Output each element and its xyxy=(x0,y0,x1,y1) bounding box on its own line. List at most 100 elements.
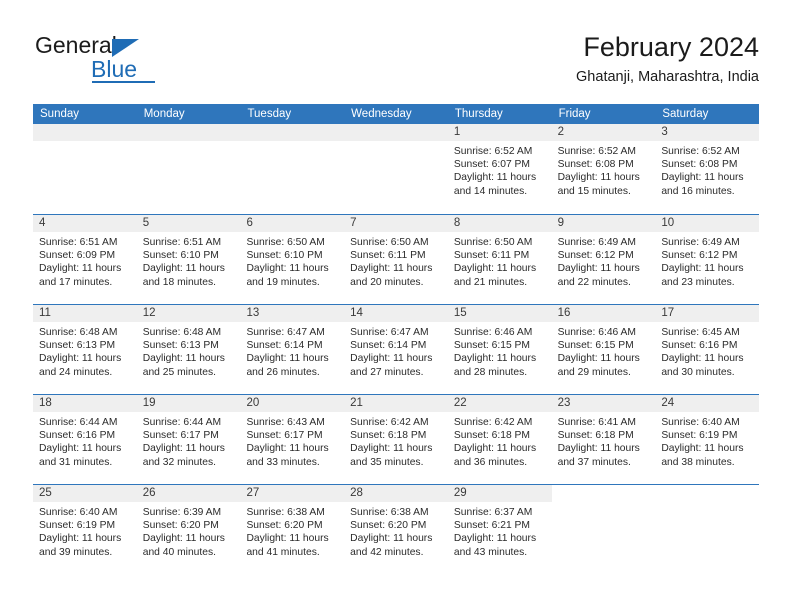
daylight-text-line2: and 14 minutes. xyxy=(453,185,528,197)
sunrise-text: Sunrise: 6:52 AM xyxy=(661,146,740,157)
day-number: 15 xyxy=(447,305,552,322)
logo-text-general: General xyxy=(35,32,117,58)
daylight-text-line2: and 38 minutes. xyxy=(661,456,735,468)
sunset-text: Sunset: 6:08 PM xyxy=(557,159,634,171)
day-number: 14 xyxy=(344,305,448,322)
day-details: Sunrise: 6:37 AM Sunset: 6:21 PM Daylight:… xyxy=(448,502,552,559)
daylight-text-line2: and 32 minutes. xyxy=(142,456,216,468)
sunset-text: Sunset: 6:17 PM xyxy=(246,430,323,442)
daylight-text-line2: and 27 minutes. xyxy=(350,366,424,378)
calendar-day-cell[interactable]: 6 Sunrise: 6:50 AM Sunset: 6:10 PM Daylight… xyxy=(240,215,345,304)
calendar-day-cell[interactable]: 14 Sunrise: 6:47 AM Sunset: 6:14 PM Dayligh… xyxy=(344,305,448,394)
daylight-text-line1: Daylight: 11 hours xyxy=(39,353,122,365)
calendar-day-cell[interactable]: 1 Sunrise: 6:52 AM Sunset: 6:07 PM Daylight… xyxy=(447,124,552,214)
weekday-header-row: Sunday Monday Tuesday Wednesday Thursday Frid… xyxy=(33,104,759,124)
daylight-text-line1: Daylight: 11 hours xyxy=(557,353,640,365)
calendar-day-cell[interactable]: 2 Sunrise: 6:52 AM Sunset: 6:08 PM Daylight… xyxy=(551,124,656,214)
calendar-day-cell[interactable]: 21 Sunrise: 6:42 AM Sunset: 6:18 PM Dayligh… xyxy=(344,395,448,484)
calendar-empty-cell xyxy=(344,124,448,214)
sunrise-text: Sunrise: 6:38 AM xyxy=(350,507,429,518)
calendar-day-cell[interactable]: 27 Sunrise: 6:38 AM Sunset: 6:20 PM Dayligh… xyxy=(240,485,345,574)
daylight-text-line1: Daylight: 11 hours xyxy=(142,443,225,455)
calendar-week-row: 1 Sunrise: 6:52 AM Sunset: 6:07 PM Daylight… xyxy=(33,124,760,214)
calendar-day-cell[interactable]: 17 Sunrise: 6:45 AM Sunset: 6:16 PM Dayligh… xyxy=(655,305,760,394)
day-number: 6 xyxy=(240,215,345,232)
calendar-day-cell[interactable]: 25 Sunrise: 6:40 AM Sunset: 6:19 PM Dayligh… xyxy=(33,485,137,574)
calendar-empty-cell xyxy=(655,485,759,574)
calendar-day-cell[interactable]: 29 Sunrise: 6:37 AM Sunset: 6:21 PM Dayligh… xyxy=(447,485,552,574)
daylight-text-line1: Daylight: 11 hours xyxy=(39,263,122,275)
sunset-text: Sunset: 6:13 PM xyxy=(39,340,116,352)
daylight-text-line1: Daylight: 11 hours xyxy=(661,172,744,184)
sunset-text: Sunset: 6:14 PM xyxy=(246,340,323,352)
calendar-day-cell[interactable]: 23 Sunrise: 6:41 AM Sunset: 6:18 PM Dayligh… xyxy=(551,395,656,484)
calendar-day-cell[interactable]: 20 Sunrise: 6:43 AM Sunset: 6:17 PM Dayligh… xyxy=(240,395,345,484)
sunrise-text: Sunrise: 6:45 AM xyxy=(661,327,740,338)
sunrise-text: Sunrise: 6:44 AM xyxy=(39,417,118,428)
day-details: Sunrise: 6:50 AM Sunset: 6:10 PM Daylight:… xyxy=(240,232,344,289)
daylight-text-line2: and 28 minutes. xyxy=(453,366,528,378)
sunset-text: Sunset: 6:15 PM xyxy=(453,340,531,352)
calendar-day-cell[interactable]: 16 Sunrise: 6:46 AM Sunset: 6:15 PM Dayligh… xyxy=(551,305,656,394)
day-number: 26 xyxy=(136,485,241,502)
day-details: Sunrise: 6:44 AM Sunset: 6:17 PM Daylight:… xyxy=(137,412,241,469)
calendar-day-cell[interactable]: 19 Sunrise: 6:44 AM Sunset: 6:17 PM Dayligh… xyxy=(136,395,241,484)
calendar-day-cell[interactable]: 4 Sunrise: 6:51 AM Sunset: 6:09 PM Daylight… xyxy=(33,215,137,304)
sunrise-text: Sunrise: 6:47 AM xyxy=(350,327,429,338)
calendar-week-row: 25 Sunrise: 6:40 AM Sunset: 6:19 PM Dayligh… xyxy=(33,484,759,574)
calendar-day-cell[interactable]: 18 Sunrise: 6:44 AM Sunset: 6:16 PM Dayligh… xyxy=(33,395,137,484)
sunrise-text: Sunrise: 6:42 AM xyxy=(453,417,533,428)
calendar-day-cell[interactable]: 12 Sunrise: 6:48 AM Sunset: 6:13 PM Dayligh… xyxy=(136,305,241,394)
calendar-day-cell[interactable]: 28 Sunrise: 6:38 AM Sunset: 6:20 PM Dayligh… xyxy=(344,485,448,574)
daylight-text-line1: Daylight: 11 hours xyxy=(142,263,225,275)
daylight-text-line1: Daylight: 11 hours xyxy=(661,353,744,365)
day-number: 2 xyxy=(551,124,656,141)
calendar-weeks: 1 Sunrise: 6:52 AM Sunset: 6:07 PM Daylight… xyxy=(33,124,760,574)
calendar-day-cell[interactable]: 15 Sunrise: 6:46 AM Sunset: 6:15 PM Dayligh… xyxy=(447,305,552,394)
sunrise-text: Sunrise: 6:52 AM xyxy=(557,146,637,157)
calendar-day-cell[interactable]: 9 Sunrise: 6:49 AM Sunset: 6:12 PM Daylight… xyxy=(551,215,656,304)
calendar-day-cell[interactable]: 13 Sunrise: 6:47 AM Sunset: 6:14 PM Dayligh… xyxy=(240,305,345,394)
daylight-text-line1: Daylight: 11 hours xyxy=(39,443,122,455)
calendar-day-cell[interactable]: 11 Sunrise: 6:48 AM Sunset: 6:13 PM Dayligh… xyxy=(33,305,137,394)
daylight-text-line2: and 29 minutes. xyxy=(557,366,631,378)
day-details: Sunrise: 6:40 AM Sunset: 6:19 PM Daylight:… xyxy=(33,502,137,559)
day-details: Sunrise: 6:41 AM Sunset: 6:18 PM Daylight:… xyxy=(552,412,656,469)
calendar-day-cell[interactable]: 3 Sunrise: 6:52 AM Sunset: 6:08 PM Daylight… xyxy=(655,124,760,214)
sunrise-text: Sunrise: 6:38 AM xyxy=(246,507,325,518)
sunset-text: Sunset: 6:18 PM xyxy=(557,430,634,442)
calendar-day-cell[interactable]: 8 Sunrise: 6:50 AM Sunset: 6:11 PM Daylight… xyxy=(447,215,552,304)
day-number: 4 xyxy=(33,215,137,232)
sunset-text: Sunset: 6:07 PM xyxy=(453,159,531,171)
sunset-text: Sunset: 6:19 PM xyxy=(39,520,116,532)
day-details: Sunrise: 6:42 AM Sunset: 6:18 PM Daylight:… xyxy=(448,412,552,469)
sunset-text: Sunset: 6:14 PM xyxy=(350,340,427,352)
daylight-text-line2: and 33 minutes. xyxy=(246,456,320,468)
sunrise-text: Sunrise: 6:50 AM xyxy=(350,237,429,248)
daylight-text-line1: Daylight: 11 hours xyxy=(39,533,122,545)
daylight-text-line1: Daylight: 11 hours xyxy=(350,533,433,545)
logo-text-blue: Blue xyxy=(91,56,138,82)
daylight-text-line2: and 24 minutes. xyxy=(39,366,113,378)
weekday-header-monday: Monday xyxy=(143,108,185,120)
day-details: Sunrise: 6:44 AM Sunset: 6:16 PM Daylight:… xyxy=(33,412,137,469)
weekday-header-saturday: Saturday xyxy=(662,108,709,120)
calendar-day-cell[interactable]: 22 Sunrise: 6:42 AM Sunset: 6:18 PM Dayligh… xyxy=(447,395,552,484)
calendar-empty-cell xyxy=(33,124,137,214)
calendar-day-cell[interactable]: 5 Sunrise: 6:51 AM Sunset: 6:10 PM Daylight… xyxy=(136,215,241,304)
daylight-text-line2: and 35 minutes. xyxy=(350,456,424,468)
calendar-day-cell[interactable]: 10 Sunrise: 6:49 AM Sunset: 6:12 PM Dayligh… xyxy=(655,215,760,304)
day-number: 5 xyxy=(136,215,241,232)
page-header: General Blue February 2024 Ghatanji, Mah… xyxy=(33,30,759,92)
calendar-day-cell[interactable]: 24 Sunrise: 6:40 AM Sunset: 6:19 PM Dayligh… xyxy=(655,395,760,484)
sunrise-text: Sunrise: 6:51 AM xyxy=(39,237,118,248)
sunrise-text: Sunrise: 6:46 AM xyxy=(453,327,533,338)
sunset-text: Sunset: 6:18 PM xyxy=(350,430,427,442)
sunrise-text: Sunrise: 6:40 AM xyxy=(39,507,118,518)
day-details: Sunrise: 6:52 AM Sunset: 6:08 PM Daylight:… xyxy=(655,141,759,198)
day-details: Sunrise: 6:42 AM Sunset: 6:18 PM Daylight:… xyxy=(344,412,448,469)
calendar-page: General Blue February 2024 Ghatanji, Mah… xyxy=(0,0,792,612)
calendar-day-cell[interactable]: 26 Sunrise: 6:39 AM Sunset: 6:20 PM Dayligh… xyxy=(136,485,241,574)
calendar-day-cell[interactable]: 7 Sunrise: 6:50 AM Sunset: 6:11 PM Daylight… xyxy=(344,215,448,304)
day-number: 3 xyxy=(655,124,760,141)
